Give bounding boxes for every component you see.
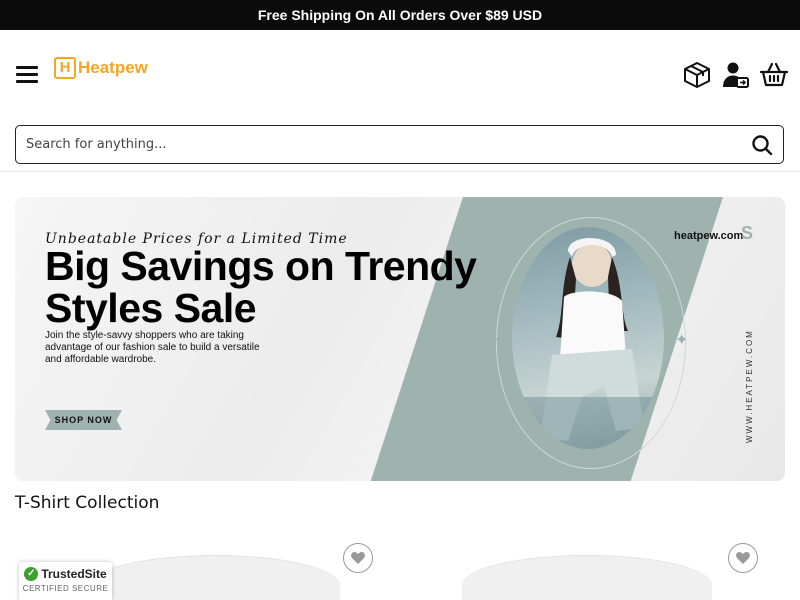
trust-badge-top: ✓ TrustedSite xyxy=(24,567,107,581)
banner-subcopy: Join the style-savvy shoppers who are ta… xyxy=(45,330,260,365)
sparkle-icon: ✦ xyxy=(487,330,501,349)
cart-basket-icon[interactable] xyxy=(759,60,789,90)
search-icon[interactable] xyxy=(751,134,773,156)
shop-now-button[interactable]: SHOP NOW xyxy=(45,410,122,430)
header-divider xyxy=(0,171,800,172)
announcement-bar: Free Shipping On All Orders Over $89 USD xyxy=(0,0,800,30)
search-input[interactable] xyxy=(26,137,726,152)
user-account-icon[interactable] xyxy=(720,60,750,90)
logo-mark: H xyxy=(54,57,76,79)
banner-vertical-site: WWW.HEATPEW.COM xyxy=(745,329,754,443)
checkmark-icon: ✓ xyxy=(24,567,39,581)
product-card[interactable] xyxy=(400,530,760,600)
product-image[interactable] xyxy=(90,555,340,600)
search-bar xyxy=(15,125,784,164)
wishlist-heart-icon[interactable] xyxy=(728,543,758,573)
site-logo[interactable]: H Heatpew xyxy=(54,57,148,79)
announcement-text: Free Shipping On All Orders Over $89 USD xyxy=(257,7,543,23)
box-icon[interactable] xyxy=(682,60,712,90)
banner-site-mark: S xyxy=(741,223,754,243)
banner-headline: Big Savings on Trendy Styles Sale xyxy=(45,243,477,331)
logo-text: Heatpew xyxy=(78,58,148,77)
hamburger-menu-icon[interactable] xyxy=(16,66,38,84)
collection-title: T-Shirt Collection xyxy=(15,493,160,513)
trustedsite-badge[interactable]: ✓ TrustedSite CERTIFIED SECURE xyxy=(19,562,112,600)
banner-model-photo xyxy=(512,227,664,449)
trust-badge-name: TrustedSite xyxy=(41,567,107,581)
banner-site-label: heatpew.com xyxy=(674,230,744,242)
trust-badge-sub: CERTIFIED SECURE xyxy=(22,584,109,593)
hero-banner[interactable]: ✦ ✦ Unbeatable Prices for a Limited Time… xyxy=(15,197,785,481)
site-header: H Heatpew xyxy=(0,30,800,122)
sparkle-icon: ✦ xyxy=(675,330,689,349)
product-image[interactable] xyxy=(462,555,712,600)
wishlist-heart-icon[interactable] xyxy=(343,543,373,573)
